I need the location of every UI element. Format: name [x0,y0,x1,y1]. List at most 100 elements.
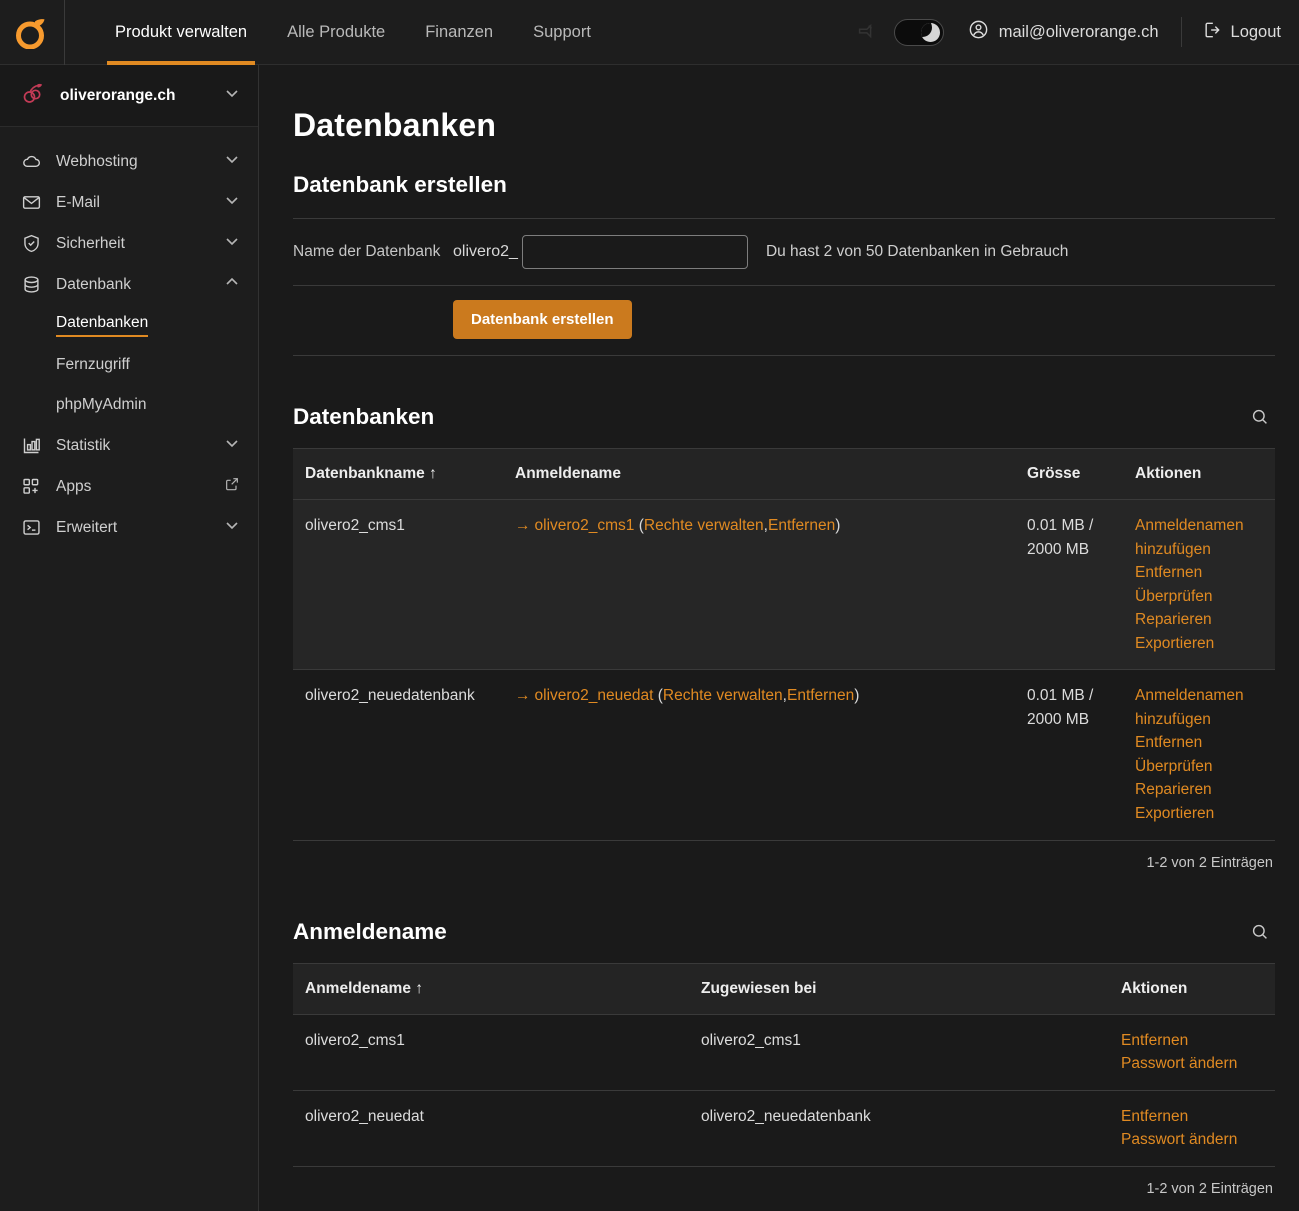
terminal-icon [20,517,42,539]
table-row[interactable]: olivero2_neuedatenbank → olivero2_neuedat… [293,669,1275,841]
databases-section-header: Datenbanken [293,402,1275,432]
sidebar-sub-label: Fernzugriff [56,356,130,373]
sidebar: oliverorange.ch Webhosting E-Mail Sicher… [0,65,259,1211]
db-login-link[interactable]: olivero2_cms1 [535,517,635,534]
logins-table-header: Anmeldename ↑ Zugewiesen bei Aktionen [293,962,1275,1015]
theme-toggle[interactable] [893,18,944,46]
col-zugewiesen-bei[interactable]: Zugewiesen bei [689,962,1109,1015]
chart-bars-icon [20,435,42,457]
database-icon [20,274,42,296]
sidebar-item-label: Datenbank [56,275,131,293]
paren-open: ( [653,687,663,705]
sidebar-domain-selector[interactable]: oliverorange.ch [0,65,258,127]
cloud-icon [20,151,42,173]
logout-label: Logout [1230,22,1281,41]
action-exportieren[interactable]: Exportieren [1135,802,1275,826]
brand-logo[interactable] [0,0,65,65]
logins-table: Anmeldename ↑ Zugewiesen bei Aktionen ol… [293,962,1275,1167]
sidebar-item-label: Statistik [56,436,111,454]
logout-button[interactable]: Logout [1182,20,1281,45]
db-login-link[interactable]: olivero2_neuedat [535,687,654,704]
login-assigned-cell: olivero2_neuedatenbank [689,1090,1109,1167]
shield-check-icon [20,233,42,255]
sidebar-item-erweitert[interactable]: Erweitert [0,507,258,548]
col-aktionen: Aktionen [1109,962,1275,1015]
nav-label: Alle Produkte [287,22,386,41]
logout-icon [1202,20,1222,45]
nav-item-support[interactable]: Support [513,0,611,65]
sidebar-item-email[interactable]: E-Mail [0,182,258,223]
sidebar-item-label: Erweitert [56,518,118,536]
col-anmeldename[interactable]: Anmeldename [503,448,1015,500]
action-entfernen[interactable]: Entfernen [1135,561,1275,585]
nav-item-produkt-verwalten[interactable]: Produkt verwalten [95,0,267,65]
db-actions-cell: Anmeldenamen hinzufügen Entfernen Überpr… [1123,669,1275,841]
action-entfernen[interactable]: Entfernen [1121,1105,1275,1129]
db-name-prefix: olivero2_ [453,243,518,260]
sidebar-item-datenbank[interactable]: Datenbank [0,264,258,305]
manage-rights-link[interactable]: Rechte verwalten [644,517,764,534]
action-entfernen[interactable]: Entfernen [1135,731,1275,755]
arrow-right-icon: → [515,687,531,705]
sidebar-item-datenbanken[interactable]: Datenbanken [0,305,258,345]
col-groesse[interactable]: Grösse [1015,448,1123,500]
paren-close: ) [854,687,860,705]
table-row[interactable]: olivero2_cms1 olivero2_cms1 Entfernen Pa… [293,1014,1275,1091]
table-row[interactable]: olivero2_cms1 → olivero2_cms1 (Rechte ver… [293,499,1275,671]
db-name-row: Name der Datenbank olivero2_ Du hast 2 v… [293,218,1275,285]
action-passwort-aendern[interactable]: Passwort ändern [1121,1128,1275,1152]
manage-rights-link[interactable]: Rechte verwalten [663,687,783,704]
databases-table: Datenbankname ↑ Anmeldename Grösse Aktio… [293,448,1275,841]
orange-logo-icon [15,15,49,50]
action-exportieren[interactable]: Exportieren [1135,632,1275,656]
col-anmeldename[interactable]: Anmeldename ↑ [293,962,689,1015]
action-anmeldenamen-hinzufuegen[interactable]: Anmeldenamen hinzufügen [1135,684,1275,731]
chevron-down-icon [224,85,240,106]
db-name-cell: olivero2_cms1 [293,499,503,671]
db-name-input[interactable] [521,235,748,269]
nav-item-alle-produkte[interactable]: Alle Produkte [267,0,405,65]
action-ueberpruefen[interactable]: Überprüfen [1135,755,1275,779]
db-login-cell: → olivero2_cms1 (Rechte verwalten,Entfern… [503,499,1015,671]
action-reparieren[interactable]: Reparieren [1135,778,1275,802]
nav-label: Support [533,22,591,41]
chevron-down-icon [224,192,240,213]
sidebar-item-label: Sicherheit [56,234,125,252]
create-db-button[interactable]: Datenbank erstellen [453,300,632,339]
databases-section-title: Datenbanken [293,404,435,429]
sidebar-item-apps[interactable]: Apps [0,466,258,507]
action-entfernen[interactable]: Entfernen [1121,1029,1275,1053]
sidebar-item-webhosting[interactable]: Webhosting [0,141,258,182]
main-content: Datenbanken Datenbank erstellen Name der… [259,65,1299,1211]
search-icon[interactable] [1245,917,1275,947]
logins-pager: 1-2 von 2 Einträgen [1146,1180,1273,1197]
top-bar-right: mail@oliverorange.ch Logout [848,0,1299,65]
sidebar-item-statistik[interactable]: Statistik [0,425,258,466]
col-datenbankname[interactable]: Datenbankname ↑ [293,448,503,500]
remove-login-link[interactable]: Entfernen [768,517,835,534]
create-db-form: Name der Datenbank olivero2_ Du hast 2 v… [293,218,1275,356]
nav-item-finanzen[interactable]: Finanzen [405,0,513,65]
col-aktionen: Aktionen [1123,448,1275,500]
login-assigned-cell: olivero2_cms1 [689,1014,1109,1091]
chevron-down-icon [224,517,240,538]
sidebar-item-label: Apps [56,477,92,495]
sidebar-item-phpmyadmin[interactable]: phpMyAdmin [0,385,258,425]
action-ueberpruefen[interactable]: Überprüfen [1135,585,1275,609]
action-reparieren[interactable]: Reparieren [1135,608,1275,632]
search-icon[interactable] [1245,402,1275,432]
db-size-cell: 0.01 MB / 2000 MB [1015,669,1123,841]
sidebar-item-sicherheit[interactable]: Sicherheit [0,223,258,264]
user-account[interactable]: mail@oliverorange.ch [968,17,1182,47]
remove-login-link[interactable]: Entfernen [787,687,854,704]
logins-section-title: Anmeldename [293,918,447,944]
action-passwort-aendern[interactable]: Passwort ändern [1121,1052,1275,1076]
sidebar-item-fernzugriff[interactable]: Fernzugriff [0,345,258,385]
main-nav: Produkt verwalten Alle Produkte Finanzen… [95,0,611,65]
app-shell: oliverorange.ch Webhosting E-Mail Sicher… [0,65,1299,1211]
chevron-up-icon [224,274,240,295]
db-quota-text: Du hast 2 von 50 Datenbanken in Gebrauch [765,243,1069,260]
logins-section-header: Anmeldename [293,917,1275,947]
action-anmeldenamen-hinzufuegen[interactable]: Anmeldenamen hinzufügen [1135,514,1275,561]
table-row[interactable]: olivero2_neuedat olivero2_neuedatenbank … [293,1090,1275,1167]
